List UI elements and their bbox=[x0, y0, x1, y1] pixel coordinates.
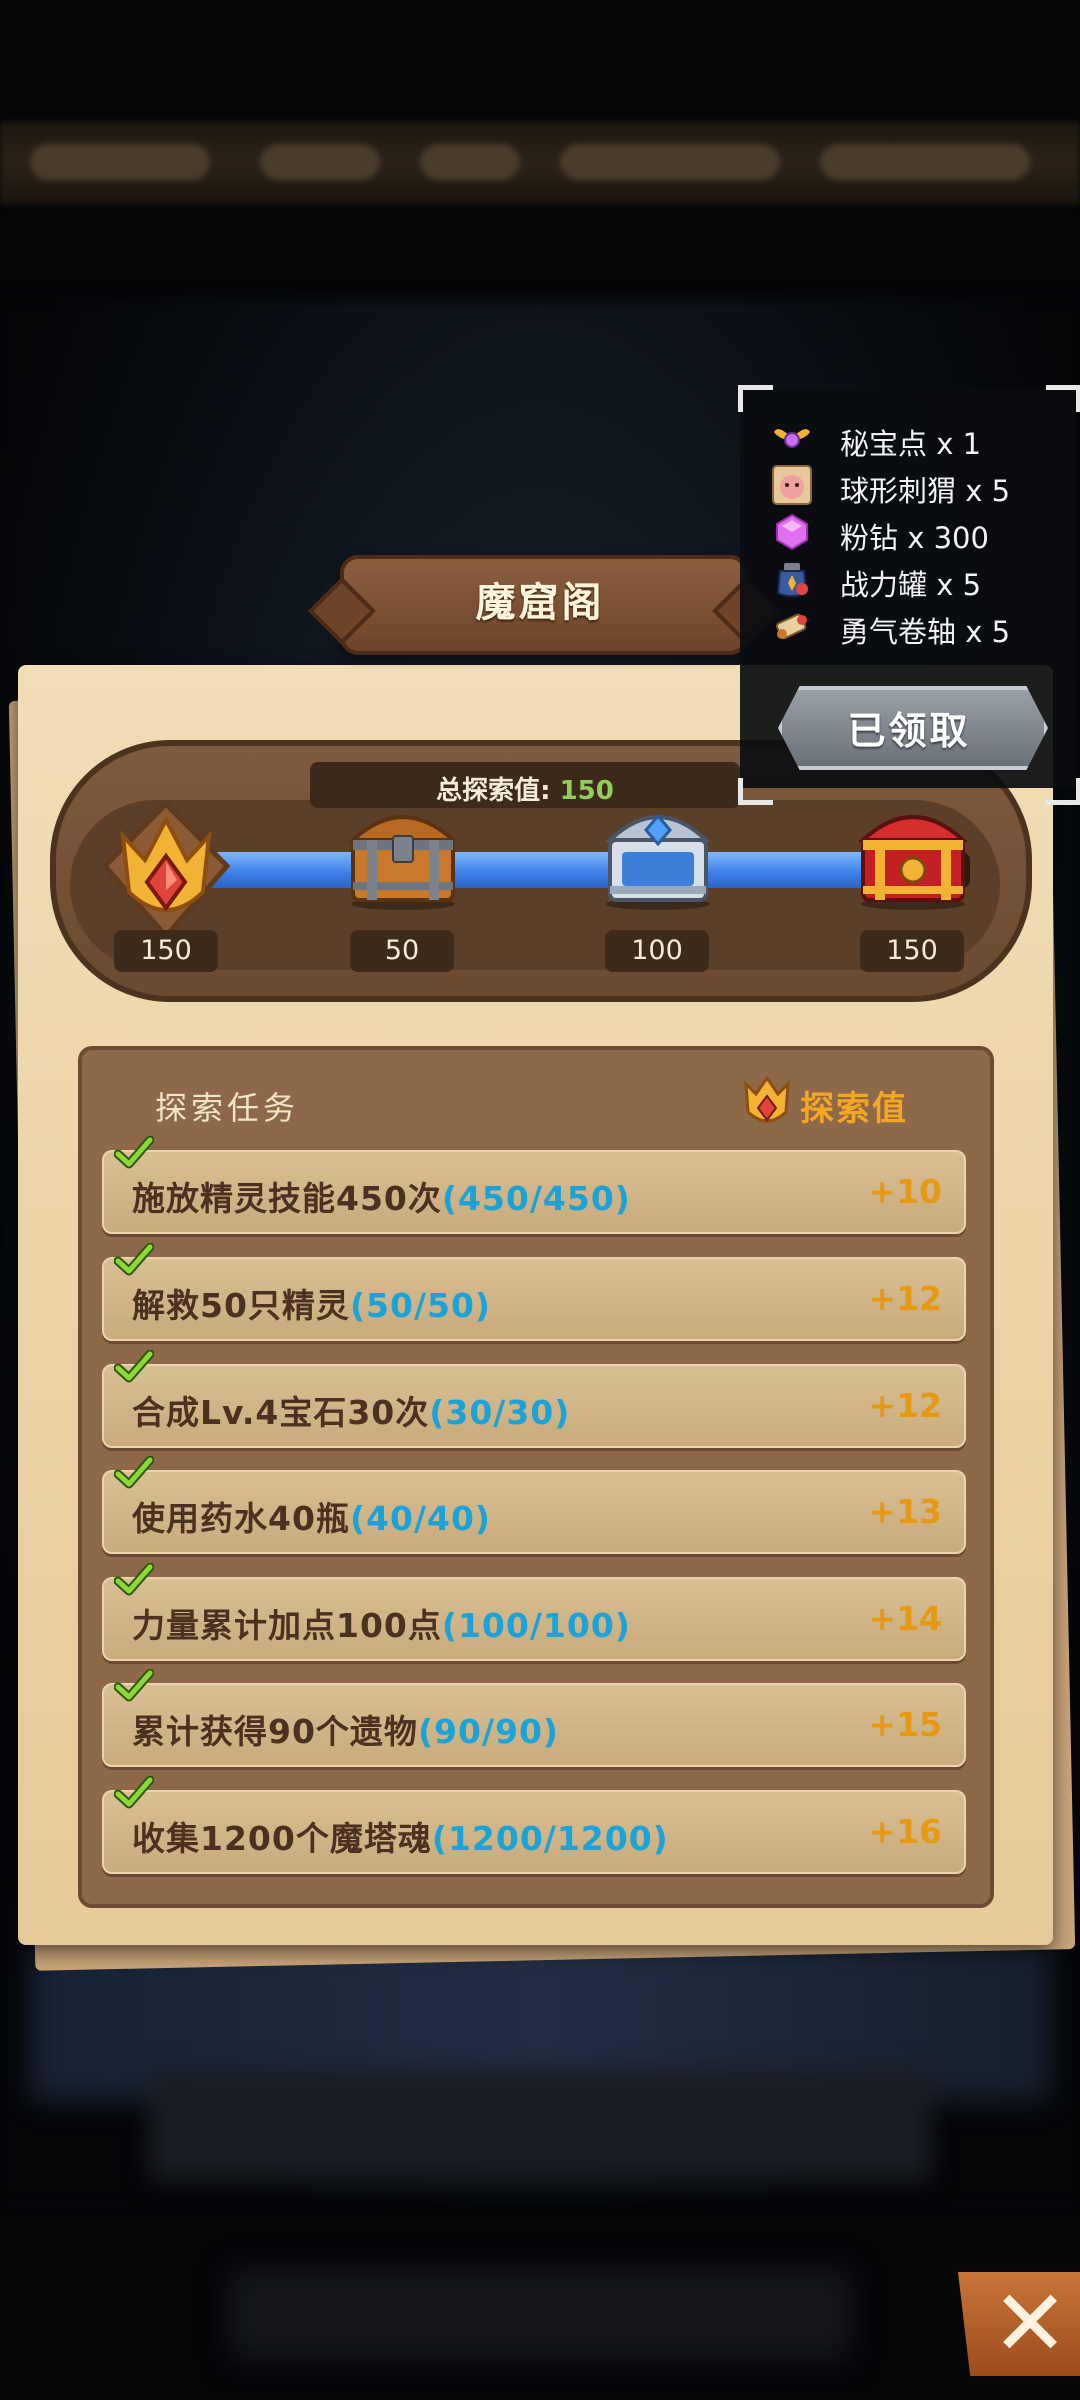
reward-item: 战力罐 x 5 bbox=[772, 557, 1062, 602]
explore-progress-fill bbox=[170, 852, 954, 888]
task-progress: (450/450) bbox=[441, 1179, 631, 1218]
task-row: 累计获得90个遗物(90/90) +15 bbox=[102, 1669, 966, 1767]
task-reward: +13 bbox=[868, 1492, 942, 1531]
task-reward: +10 bbox=[868, 1172, 942, 1211]
task-name-text: 解救50只精灵 bbox=[132, 1286, 350, 1325]
task-row: 收集1200个魔塔魂(1200/1200) +16 bbox=[102, 1776, 966, 1874]
reward-item: 球形刺猬 x 5 bbox=[772, 463, 1062, 508]
background-resource-bar bbox=[0, 122, 1080, 204]
hedgehog-icon bbox=[772, 465, 812, 505]
task-progress: (50/50) bbox=[349, 1286, 491, 1325]
reward-item-text: 勇气卷轴 x 5 bbox=[840, 615, 1011, 649]
silver-chest-icon[interactable] bbox=[600, 800, 716, 912]
close-icon[interactable]: ✕ bbox=[980, 2276, 1080, 2372]
task-name-text: 累计获得90个遗物 bbox=[132, 1712, 418, 1751]
reward-item: 粉钻 x 300 bbox=[772, 510, 1062, 555]
milestone-value-3: 150 bbox=[860, 930, 964, 972]
wings-icon bbox=[774, 429, 810, 448]
task-name: 使用药水40瓶(40/40) bbox=[132, 1492, 491, 1540]
check-icon bbox=[114, 1669, 154, 1702]
task-name-text: 使用药水40瓶 bbox=[132, 1499, 350, 1538]
task-row: 施放精灵技能450次(450/450) +10 bbox=[102, 1136, 966, 1234]
task-row: 解救50只精灵(50/50) +12 bbox=[102, 1243, 966, 1341]
task-name: 力量累计加点100点(100/100) bbox=[132, 1599, 631, 1647]
pink-diamond-icon bbox=[776, 513, 808, 551]
reward-item: 勇气卷轴 x 5 bbox=[772, 604, 1062, 649]
milestone-value-1: 50 bbox=[350, 930, 454, 972]
check-icon bbox=[114, 1776, 154, 1809]
task-reward: +12 bbox=[868, 1386, 942, 1425]
task-name: 解救50只精灵(50/50) bbox=[132, 1279, 491, 1327]
task-name: 施放精灵技能450次(450/450) bbox=[132, 1172, 631, 1220]
check-icon bbox=[114, 1136, 154, 1169]
task-progress: (40/40) bbox=[349, 1499, 491, 1538]
popup-corner-br bbox=[1046, 778, 1080, 805]
wood-chest-icon[interactable] bbox=[345, 800, 461, 912]
scroll-icon bbox=[775, 613, 807, 640]
popup-corner-tl bbox=[738, 385, 773, 412]
milestone-value-0: 150 bbox=[114, 930, 218, 972]
check-icon bbox=[114, 1350, 154, 1383]
background-bottom-menu bbox=[230, 2270, 850, 2360]
popup-corner-tr bbox=[1046, 385, 1080, 412]
reward-item-text: 战力罐 x 5 bbox=[840, 568, 982, 602]
task-reward: +16 bbox=[868, 1812, 942, 1851]
task-reward: +12 bbox=[868, 1279, 942, 1318]
task-row: 使用药水40瓶(40/40) +13 bbox=[102, 1456, 966, 1554]
task-name: 收集1200个魔塔魂(1200/1200) bbox=[132, 1812, 669, 1860]
task-name-text: 力量累计加点100点 bbox=[132, 1606, 442, 1645]
popup-corner-bl bbox=[738, 778, 773, 805]
power-jar-icon bbox=[776, 563, 808, 597]
task-name: 累计获得90个遗物(90/90) bbox=[132, 1705, 559, 1753]
reward-item-text: 秘宝点 x 1 bbox=[840, 427, 982, 461]
task-name-text: 合成Lv.4宝石30次 bbox=[132, 1393, 430, 1432]
medal-icon bbox=[101, 800, 231, 940]
task-name-text: 收集1200个魔塔魂 bbox=[132, 1819, 432, 1858]
milestone-value-2: 100 bbox=[605, 930, 709, 972]
task-progress: (30/30) bbox=[429, 1393, 571, 1432]
task-progress: (1200/1200) bbox=[431, 1819, 669, 1858]
task-name: 合成Lv.4宝石30次(30/30) bbox=[132, 1386, 570, 1434]
explore-value-label: 探索值 bbox=[800, 1089, 908, 1129]
explore-medal-icon bbox=[744, 1075, 790, 1123]
check-icon bbox=[114, 1456, 154, 1489]
red-chest-icon[interactable] bbox=[855, 800, 971, 912]
background-bottom-bar bbox=[150, 2070, 930, 2180]
reward-item-text: 球形刺猬 x 5 bbox=[840, 474, 1011, 508]
task-reward: +15 bbox=[868, 1705, 942, 1744]
reward-item: 秘宝点 x 1 bbox=[772, 416, 1062, 461]
task-header-label: 探索任务 bbox=[155, 1089, 300, 1127]
task-name-text: 施放精灵技能450次 bbox=[132, 1179, 442, 1218]
check-icon bbox=[114, 1243, 154, 1276]
task-row: 合成Lv.4宝石30次(30/30) +12 bbox=[102, 1350, 966, 1448]
claimed-button-label: 已领取 bbox=[847, 709, 971, 753]
task-progress: (100/100) bbox=[441, 1606, 631, 1645]
task-progress: (90/90) bbox=[417, 1712, 559, 1751]
reward-item-text: 粉钻 x 300 bbox=[840, 521, 989, 555]
page-title: 魔窟阁 bbox=[475, 580, 605, 626]
check-icon bbox=[114, 1563, 154, 1596]
task-row: 力量累计加点100点(100/100) +14 bbox=[102, 1563, 966, 1661]
task-reward: +14 bbox=[868, 1599, 942, 1638]
